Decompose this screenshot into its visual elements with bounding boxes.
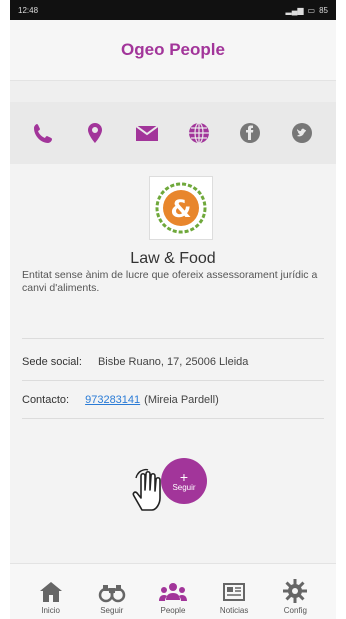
nav-noticias[interactable]: Noticias [210, 580, 258, 615]
tap-hand-icon [128, 466, 172, 519]
app-screen: Ogeo People & Law & Food Entitat sense à… [10, 20, 336, 619]
status-time: 12:48 [18, 5, 39, 15]
follow-label: Seguir [172, 482, 196, 492]
phone-icon[interactable] [31, 120, 57, 146]
divider [22, 338, 324, 339]
contact-icon-bar [10, 102, 336, 164]
status-bar: 12:48 ▂▄▆ ▭ 85 [10, 0, 336, 20]
app-title: Ogeo People [121, 40, 225, 59]
nav-label: Seguir [100, 606, 124, 615]
nav-label: People [160, 606, 186, 615]
home-icon [39, 582, 62, 602]
facebook-icon[interactable] [237, 120, 263, 146]
divider [22, 418, 324, 419]
plus-icon: + [179, 468, 189, 485]
app-bar: Ogeo People [10, 20, 336, 81]
bottom-nav: Inicio Seguir People Noticias Config [10, 563, 336, 619]
news-icon [223, 583, 246, 601]
nav-label: Config [283, 606, 307, 615]
sede-value: Bisbe Ruano, 17, 25006 Lleida [97, 356, 249, 368]
location-pin-icon[interactable] [82, 120, 108, 146]
gear-icon [283, 579, 308, 603]
nav-people[interactable]: People [149, 580, 197, 615]
organization-description: Entitat sense ànim de lucre que ofereix … [22, 269, 318, 294]
organization-name: Law & Food [130, 250, 216, 267]
contact-label: Contacto: [22, 394, 70, 406]
contact-person: (Mireia Pardell) [144, 394, 219, 406]
nav-label: Noticias [219, 606, 249, 615]
organization-card: & Law & Food Entitat sense ànim de lucre… [10, 164, 336, 563]
sede-row: Sede social: Bisbe Ruano, 17, 25006 Llei… [22, 352, 324, 372]
people-icon [158, 583, 187, 601]
divider [22, 380, 324, 381]
nav-seguir[interactable]: Seguir [88, 580, 136, 615]
binoculars-icon [98, 585, 126, 603]
sede-label: Sede social: [22, 356, 82, 368]
contact-row: Contacto: 973283141 (Mireia Pardell) [22, 390, 324, 410]
nav-config[interactable]: Config [271, 578, 319, 615]
status-icons: ▂▄▆ ▭ 85 [286, 6, 328, 15]
nav-label: Inicio [41, 606, 60, 615]
nav-inicio[interactable]: Inicio [27, 580, 75, 615]
battery-icon: ▭ [307, 5, 316, 15]
battery-level: 85 [319, 5, 328, 15]
organization-logo: & [149, 176, 213, 240]
signal-icon: ▂▄▆ [285, 5, 304, 15]
globe-icon[interactable] [186, 120, 212, 146]
logo-ampersand: & [171, 195, 192, 223]
twitter-icon[interactable] [289, 120, 315, 146]
mail-icon[interactable] [134, 120, 160, 146]
contact-phone-link[interactable]: 973283141 [85, 394, 140, 406]
